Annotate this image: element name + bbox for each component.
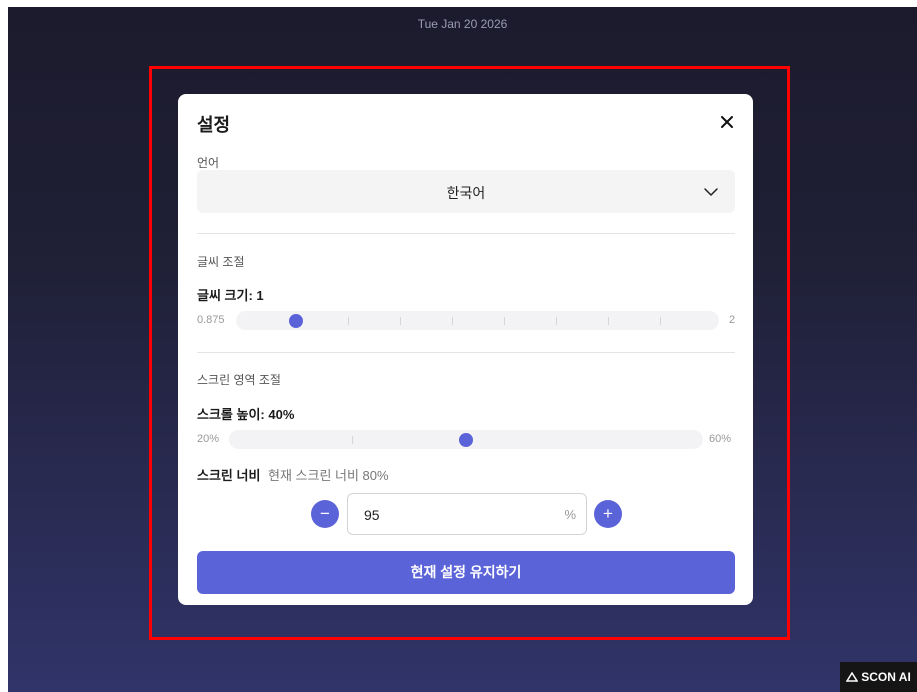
font-size-label: 글씨 크기: 1 <box>197 288 264 303</box>
scroll-slider-min: 20% <box>197 433 220 445</box>
scon-logo-icon <box>846 672 859 682</box>
slider-tick <box>452 317 453 325</box>
slider-tick <box>504 317 505 325</box>
language-label: 언어 <box>197 156 220 170</box>
slider-tick <box>660 317 661 325</box>
language-value: 한국어 <box>446 185 486 201</box>
minus-icon: − <box>320 504 330 523</box>
close-button[interactable] <box>714 109 740 135</box>
screen-width-input[interactable]: 95 % <box>347 493 587 535</box>
screen-width-value: 95 <box>364 507 380 523</box>
slider-tick <box>352 436 353 444</box>
scroll-slider-thumb[interactable] <box>459 433 473 447</box>
screen-width-unit: % <box>564 507 576 522</box>
language-select[interactable]: 한국어 <box>197 170 735 213</box>
desktop-background: Tue Jan 20 2026 설정 언어 한국어 글씨 조절 글씨 크기: 1… <box>8 7 917 692</box>
font-slider-thumb[interactable] <box>288 314 303 328</box>
slider-tick <box>556 317 557 325</box>
font-slider-max: 2 <box>729 314 736 326</box>
close-icon <box>721 116 733 128</box>
increment-button[interactable]: + <box>594 500 622 528</box>
date-display: Tue Jan 20 2026 <box>417 17 508 31</box>
font-slider-min: 0.875 <box>197 314 225 326</box>
font-size-slider[interactable] <box>236 311 719 330</box>
decrement-button[interactable]: − <box>311 500 339 528</box>
scroll-height-label: 스크롤 높이: 40% <box>197 407 295 422</box>
scon-watermark: SCON AI <box>840 662 917 692</box>
font-section-label: 글씨 조절 <box>197 255 245 269</box>
divider <box>197 233 735 234</box>
modal-title: 설정 <box>197 115 231 135</box>
scroll-height-slider[interactable] <box>229 430 703 449</box>
watermark-text: SCON AI <box>861 670 911 684</box>
divider <box>197 352 735 353</box>
settings-modal: 설정 언어 한국어 글씨 조절 글씨 크기: 1 0.875 2 스크린 영역 … <box>178 94 753 605</box>
slider-tick <box>400 317 401 325</box>
plus-icon: + <box>603 504 613 523</box>
screen-section-label: 스크린 영역 조절 <box>197 373 281 387</box>
chevron-down-icon <box>704 188 718 196</box>
slider-tick <box>348 317 349 325</box>
slider-tick <box>608 317 609 325</box>
screen-width-label: 스크린 너비 <box>197 468 261 483</box>
scroll-slider-max: 60% <box>709 433 732 445</box>
keep-settings-button[interactable]: 현재 설정 유지하기 <box>197 551 735 594</box>
screen-width-current: 현재 스크린 너비 80% <box>268 468 389 483</box>
